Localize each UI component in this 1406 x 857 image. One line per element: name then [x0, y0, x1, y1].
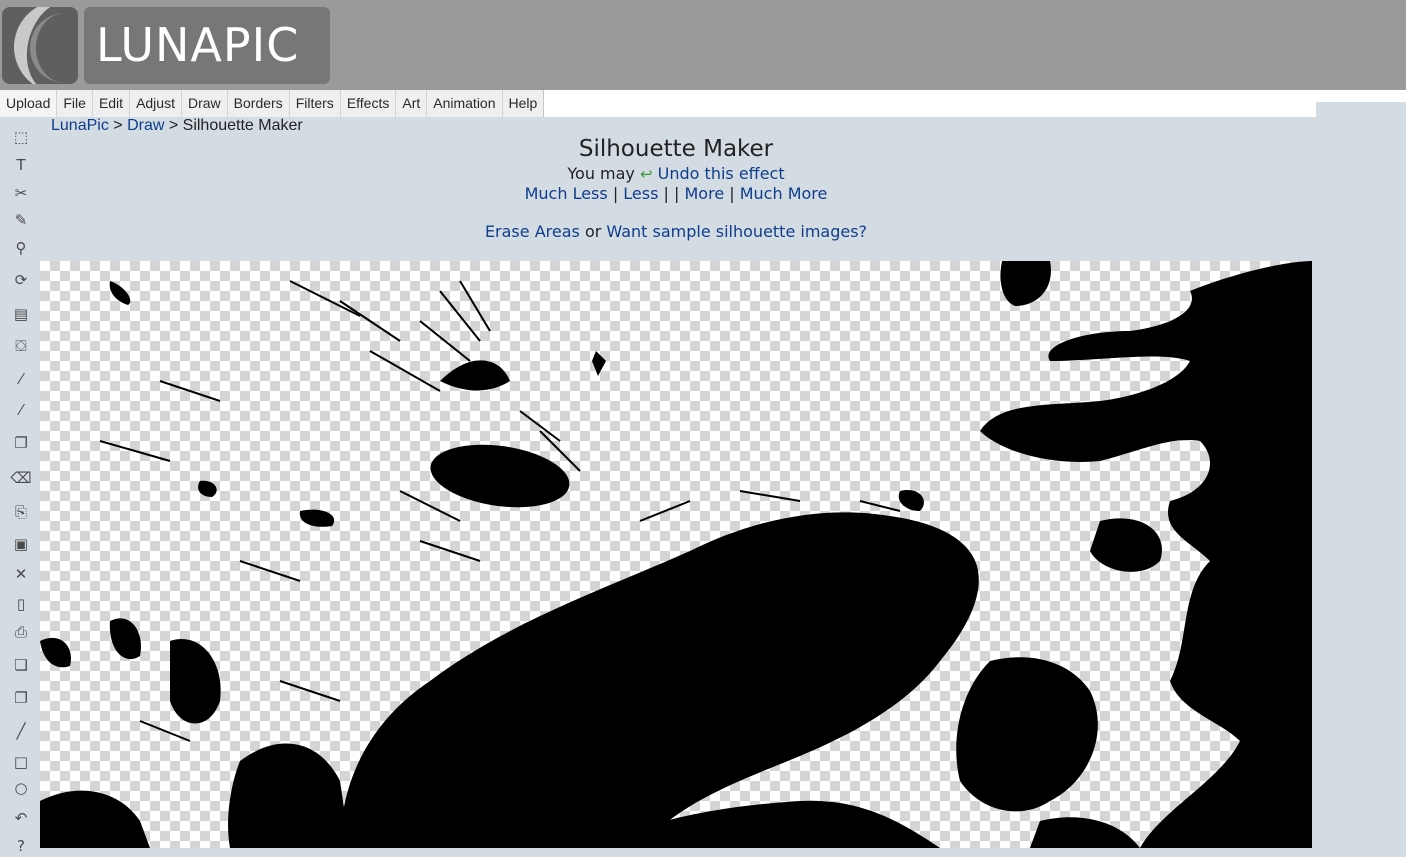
menu-item-file[interactable]: File [57, 90, 93, 117]
print-icon[interactable]: ⎙ [10, 621, 32, 643]
paste-icon[interactable]: ❐ [10, 687, 32, 709]
less-link[interactable]: Less [623, 184, 658, 203]
menu-item-art[interactable]: Art [396, 90, 428, 117]
undo-icon[interactable]: ↶ [10, 807, 32, 829]
much-less-link[interactable]: Much Less [525, 184, 608, 203]
main-menu: Upload File Edit Adjust Draw Borders Filters Ef… [0, 90, 1316, 117]
eyedropper-icon[interactable]: ⁄ [10, 368, 32, 390]
undo-effect-link[interactable]: Undo this effect [658, 164, 785, 183]
line-icon[interactable]: ╱ [10, 720, 32, 742]
undo-line: You may ↩ Undo this effect [40, 164, 1312, 184]
erase-sample-line: Erase Areas or Want sample silhouette im… [40, 222, 1312, 241]
copy-icon[interactable]: ❏ [10, 654, 32, 676]
sample-silhouettes-link[interactable]: Want sample silhouette images? [606, 222, 867, 241]
menu-item-filters[interactable]: Filters [289, 90, 341, 117]
menu-item-edit[interactable]: Edit [92, 90, 131, 117]
gradient-icon[interactable]: ▤ [10, 303, 32, 325]
layers-icon[interactable]: ❐ [10, 432, 32, 454]
undo-prefix-text: You may [567, 164, 640, 183]
separator: | | [658, 184, 685, 203]
scissors-icon[interactable]: ✂ [10, 182, 32, 204]
menu-item-borders[interactable]: Borders [227, 90, 290, 117]
silhouette-image [40, 261, 1312, 848]
effect-panel: Silhouette Maker You may ↩ Undo this eff… [40, 134, 1312, 241]
menu-item-animation[interactable]: Animation [427, 90, 503, 117]
erase-areas-link[interactable]: Erase Areas [485, 222, 580, 241]
rotate-icon[interactable]: ⟳ [10, 269, 32, 291]
image-canvas[interactable] [40, 261, 1312, 848]
breadcrumb-separator: > [164, 117, 183, 134]
rectangle-icon[interactable]: □ [10, 751, 32, 773]
menu-item-adjust[interactable]: Adjust [130, 90, 182, 117]
breadcrumb-separator: > [108, 117, 128, 134]
paint-bucket-icon[interactable]: ⛋ [10, 335, 32, 357]
tool-sidebar: ⬚ T ✂ ✎ ⚲ ⟳ ▤ ⛋ ⁄ ⁄ ❐ ⌫ ⎘ ▣ ✕ ▯ ⎙ ❏ ❐ ╱ □ ○ ↶? [0, 117, 40, 855]
much-more-link[interactable]: Much More [740, 184, 828, 203]
undo-arrow-icon[interactable]: ↩ [640, 165, 653, 183]
separator: | [724, 184, 740, 203]
menu-item-effects[interactable]: Effects [340, 90, 397, 117]
breadcrumb-draw-link[interactable]: Draw [127, 117, 164, 134]
strength-controls: Much Less | Less | | More | Much More [40, 184, 1312, 203]
logo-wordmark: LUNAPIC [84, 7, 330, 84]
menubar-spacer [1316, 90, 1406, 102]
close-icon[interactable]: ✕ [10, 563, 32, 585]
breadcrumb: LunaPic > Draw > Silhouette Maker [51, 117, 303, 135]
help-icon[interactable]: ? [10, 835, 32, 857]
moon-logo-icon [2, 7, 78, 84]
new-file-icon[interactable]: ▯ [10, 593, 32, 615]
more-link[interactable]: More [685, 184, 725, 203]
menu-item-help[interactable]: Help [502, 90, 545, 117]
text-icon[interactable]: T [10, 154, 32, 176]
save-icon[interactable]: ▣ [10, 533, 32, 555]
separator: | [607, 184, 624, 203]
header: LUNAPIC [0, 0, 1406, 90]
open-folder-icon[interactable]: ⎘ [10, 501, 32, 523]
or-text: or [579, 222, 607, 241]
page-title: Silhouette Maker [578, 136, 774, 162]
circle-icon[interactable]: ○ [10, 777, 32, 799]
menu-item-draw[interactable]: Draw [181, 90, 228, 117]
menu-item-upload[interactable]: Upload [0, 90, 58, 117]
breadcrumb-lunapic-link[interactable]: LunaPic [51, 117, 109, 134]
brush-icon[interactable]: ⁄ [10, 399, 32, 421]
eraser-icon[interactable]: ⌫ [10, 467, 32, 489]
lunapic-logo[interactable]: LUNAPIC [2, 7, 330, 84]
zoom-icon[interactable]: ⚲ [10, 237, 32, 259]
select-icon[interactable]: ⬚ [10, 126, 32, 148]
pencil-icon[interactable]: ✎ [10, 209, 32, 231]
breadcrumb-current: Silhouette Maker [182, 117, 303, 134]
